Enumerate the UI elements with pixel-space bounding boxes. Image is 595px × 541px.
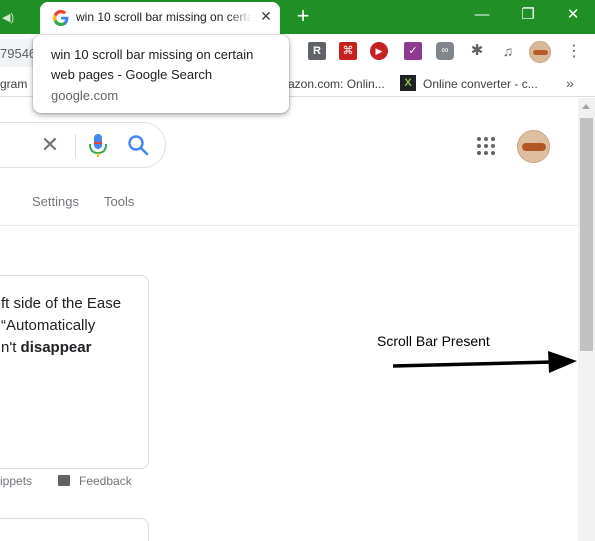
- bookmark-item-online-converter[interactable]: Online converter - c...: [423, 77, 538, 91]
- tooltip-title: win 10 scroll bar missing on certain web…: [51, 47, 254, 82]
- pdf-icon[interactable]: ⌘: [339, 42, 357, 60]
- bookmark-item-amazon[interactable]: azon.com: Onlin...: [288, 77, 385, 91]
- r-extension-icon[interactable]: R: [308, 42, 326, 60]
- media-control-icon[interactable]: ♫: [499, 42, 517, 60]
- header-divider: [0, 225, 578, 226]
- microphone-icon[interactable]: [87, 133, 109, 159]
- google-favicon-icon: [53, 10, 69, 26]
- active-tab[interactable]: win 10 scroll bar missing on certain web…: [40, 2, 280, 34]
- google-apps-icon[interactable]: [477, 137, 495, 155]
- snippet-line: “Automatically: [1, 317, 96, 334]
- snippet-line-prefix: n't: [1, 339, 21, 356]
- annotation-arrow-icon: [392, 351, 577, 373]
- address-bar-text: 79546: [0, 46, 37, 61]
- scrollbar-thumb[interactable]: [580, 118, 593, 351]
- more-bookmarks-icon[interactable]: »: [566, 75, 574, 91]
- settings-link[interactable]: Settings: [32, 194, 79, 209]
- annotation-label: Scroll Bar Present: [377, 333, 490, 349]
- bookmark-item[interactable]: gram: [0, 77, 27, 91]
- audio-icon: ◀): [2, 12, 15, 24]
- tooltip-url: google.com: [51, 88, 119, 103]
- account-avatar[interactable]: [517, 130, 550, 163]
- feedback-icon: [58, 475, 70, 486]
- snippet-line: n't disappear: [1, 337, 141, 359]
- puzzle-icon[interactable]: ✱: [468, 42, 486, 60]
- snippet-text: ft side of the Ease “Automatically n't d…: [1, 293, 141, 359]
- vertical-scrollbar[interactable]: [578, 98, 595, 541]
- feedback-link[interactable]: Feedback: [79, 474, 132, 488]
- snippet-line: ft side of the Ease: [1, 295, 122, 312]
- more-menu-icon[interactable]: ⋮: [566, 40, 582, 64]
- snippet-highlight: disappear: [20, 339, 92, 356]
- new-tab-button[interactable]: +: [292, 4, 314, 28]
- maximize-button[interactable]: ❐: [510, 0, 546, 30]
- clear-search-icon[interactable]: ✕: [39, 134, 61, 156]
- minimize-button[interactable]: —: [464, 0, 500, 30]
- result-card: [0, 518, 149, 541]
- close-window-button[interactable]: ✕: [555, 0, 591, 30]
- about-snippets-link[interactable]: ippets: [0, 474, 32, 488]
- online-converter-icon: X: [400, 75, 416, 91]
- tab-title: win 10 scroll bar missing on certain web…: [76, 10, 252, 24]
- loop-extension-icon[interactable]: ∞: [436, 42, 454, 60]
- scroll-up-arrow-icon[interactable]: [582, 104, 590, 109]
- tab-close-icon[interactable]: ✕: [257, 7, 275, 25]
- page-content: ✕ Settings Tools ft side of the Ease “Au…: [0, 98, 578, 541]
- browser-window: ◀) win 10 scroll bar missing on certain …: [0, 0, 595, 541]
- checkmark-extension-icon[interactable]: ✓: [404, 42, 422, 60]
- tab-hover-tooltip: win 10 scroll bar missing on certain web…: [33, 35, 289, 113]
- tools-link[interactable]: Tools: [104, 194, 134, 209]
- search-input[interactable]: ✕: [0, 122, 166, 168]
- play-icon[interactable]: ▶: [370, 42, 388, 60]
- title-bar: ◀) win 10 scroll bar missing on certain …: [0, 0, 595, 34]
- search-divider: [75, 134, 76, 158]
- featured-snippet-card: ft side of the Ease “Automatically n't d…: [0, 275, 149, 469]
- search-icon[interactable]: [127, 134, 149, 156]
- previous-tab[interactable]: ◀): [0, 3, 40, 34]
- profile-avatar[interactable]: [529, 41, 551, 63]
